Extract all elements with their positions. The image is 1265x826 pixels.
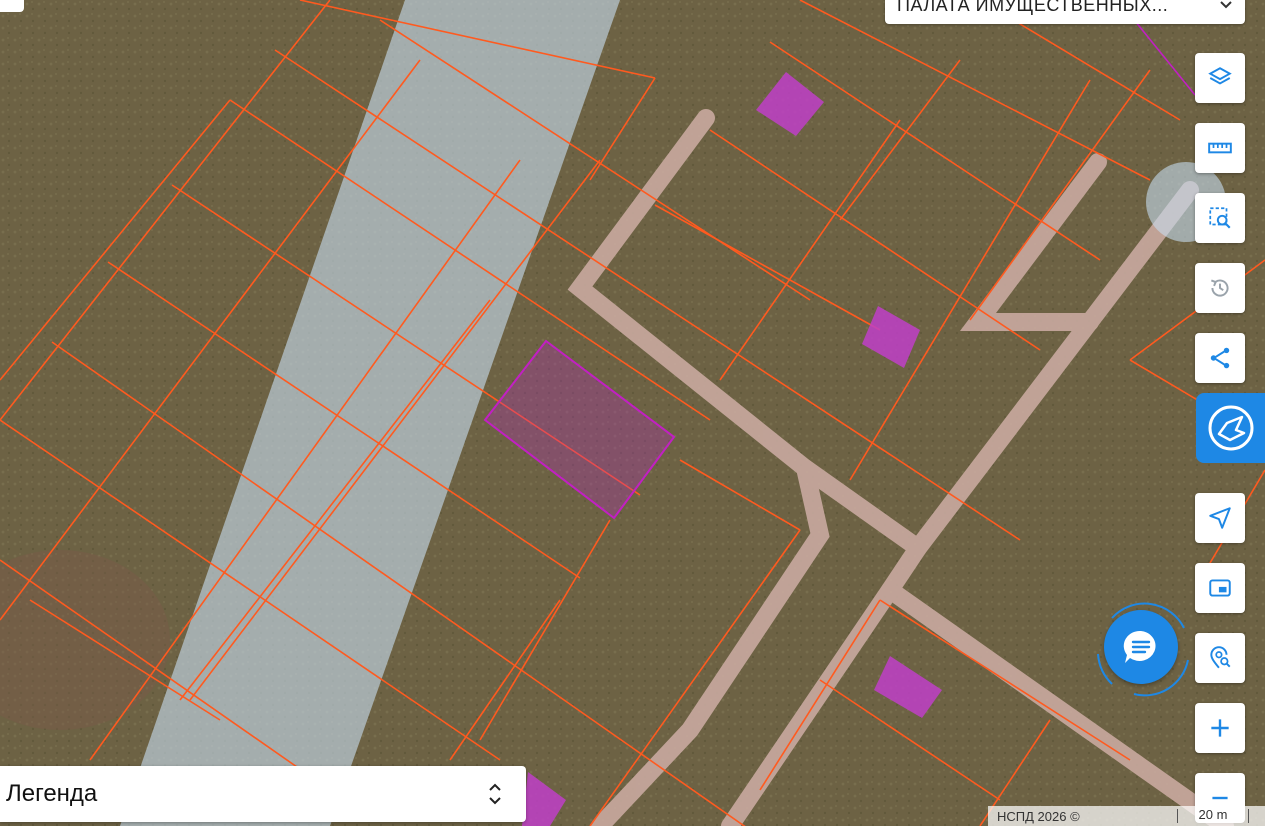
layers-button[interactable] [1195,53,1245,103]
scale-bar: 20 m [1177,808,1249,823]
history-icon [1210,279,1229,297]
legend-label: Легенда [6,780,98,807]
attribution-bar: НСПД 2026 © 20 m [988,806,1265,826]
map-canvas[interactable] [0,0,1265,826]
share-button[interactable] [1195,333,1245,383]
send-location-icon [1209,507,1231,529]
picture-in-picture-icon [1209,579,1231,597]
chevron-up-down-icon [489,783,501,805]
organization-select[interactable]: ПАЛАТА ИМУЩЕСТВЕННЫХ... [885,0,1245,24]
layers-icon [1208,67,1232,85]
map-pin-search-icon [1210,646,1231,669]
map-info-icon [1208,405,1253,451]
ruler-icon [1208,142,1232,154]
zoom-in-button[interactable] [1195,703,1245,753]
ruler-button[interactable] [1195,123,1245,173]
chat-widget[interactable] [1092,598,1196,702]
area-search-icon [1209,207,1231,229]
chat-button[interactable] [1104,610,1178,684]
map-info-panel-button[interactable] [1196,393,1265,463]
area-search-button[interactable] [1195,193,1245,243]
chevron-down-icon [1220,1,1232,9]
legend-toggle[interactable]: Легенда [0,766,526,822]
organization-select-value: ПАЛАТА ИМУЩЕСТВЕННЫХ... [897,0,1169,15]
zoom-in-icon [1211,719,1229,737]
chat-icon [1123,630,1156,663]
history-button[interactable] [1195,263,1245,313]
locate-search-button[interactable] [1195,633,1245,683]
corner-control[interactable] [0,0,24,12]
send-location-button[interactable] [1195,493,1245,543]
attribution-text: НСПД 2026 © [997,808,1080,824]
share-icon [1210,347,1230,369]
minimap-button[interactable] [1195,563,1245,613]
